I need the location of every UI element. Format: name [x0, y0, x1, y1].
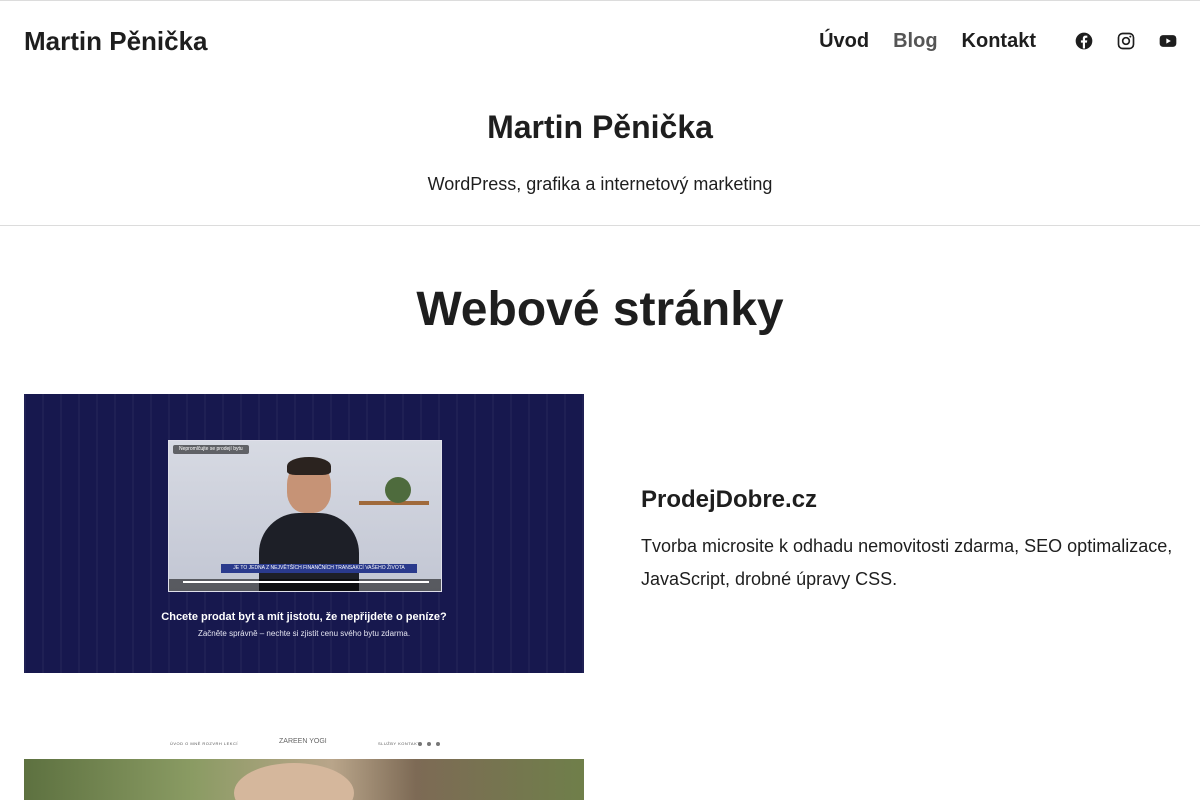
- video-progress-bar[interactable]: [183, 581, 429, 583]
- nav-item-blog[interactable]: Blog: [893, 30, 937, 53]
- youtube-link[interactable]: [1158, 31, 1178, 51]
- hero-tagline: WordPress, grafika a internetový marketi…: [427, 174, 773, 194]
- section-title: Webové stránky: [416, 283, 784, 336]
- nav-item-uvod[interactable]: Úvod: [819, 30, 869, 53]
- facebook-link[interactable]: [1074, 31, 1094, 51]
- site-header: Martin Pěnička Úvod Blog Kontakt: [0, 1, 1200, 81]
- person-hair: [287, 457, 331, 475]
- project-title: ProdejDobre.cz: [641, 486, 818, 513]
- image-logo: ZAREEN YOGI: [279, 738, 327, 745]
- image-nav-left: ÚVOD O MNĚ ROZVRH LEKCÍ: [170, 741, 238, 746]
- instagram-icon: [1117, 32, 1135, 50]
- instagram-link[interactable]: [1116, 31, 1136, 51]
- image-site-header: ÚVOD O MNĚ ROZVRH LEKCÍ ZAREEN YOGI SLUŽ…: [24, 733, 584, 759]
- site-logo[interactable]: Martin Pěnička: [24, 26, 208, 57]
- facebook-icon: [1075, 32, 1093, 50]
- main-nav: Úvod Blog Kontakt: [819, 30, 1036, 53]
- image-social-dots: [418, 742, 440, 746]
- project-image-yoga[interactable]: ÚVOD O MNĚ ROZVRH LEKCÍ ZAREEN YOGI SLUŽ…: [24, 733, 584, 800]
- plant: [385, 477, 411, 503]
- image-nav-right: SLUŽBY KONTAKT: [378, 741, 421, 746]
- video-title-chip: Nepromlčujte se prodejí bytu: [173, 445, 249, 454]
- video-caption: JE TO JEDNA Z NEJVĚTŠÍCH FINANČNÍCH TRAN…: [221, 564, 417, 573]
- social-links: [1074, 31, 1178, 51]
- hero-title: Martin Pěnička: [487, 109, 713, 145]
- image-subheadline: Začněte správně – nechte si zjistit cenu…: [197, 629, 411, 638]
- hero: Martin Pěnička WordPress, grafika a inte…: [0, 81, 1200, 226]
- nav-item-kontakt[interactable]: Kontakt: [962, 30, 1036, 53]
- video-player[interactable]: Nepromlčujte se prodejí bytu JE TO JEDNA…: [168, 440, 442, 592]
- project-description: Tvorba microsite k odhadu nemovitosti zd…: [641, 536, 1173, 589]
- youtube-icon: [1159, 35, 1177, 47]
- image-headline: Chcete prodat byt a mít jistotu, že nepř…: [161, 611, 447, 623]
- project-image-prodejdobre[interactable]: Nepromlčujte se prodejí bytu JE TO JEDNA…: [24, 394, 584, 673]
